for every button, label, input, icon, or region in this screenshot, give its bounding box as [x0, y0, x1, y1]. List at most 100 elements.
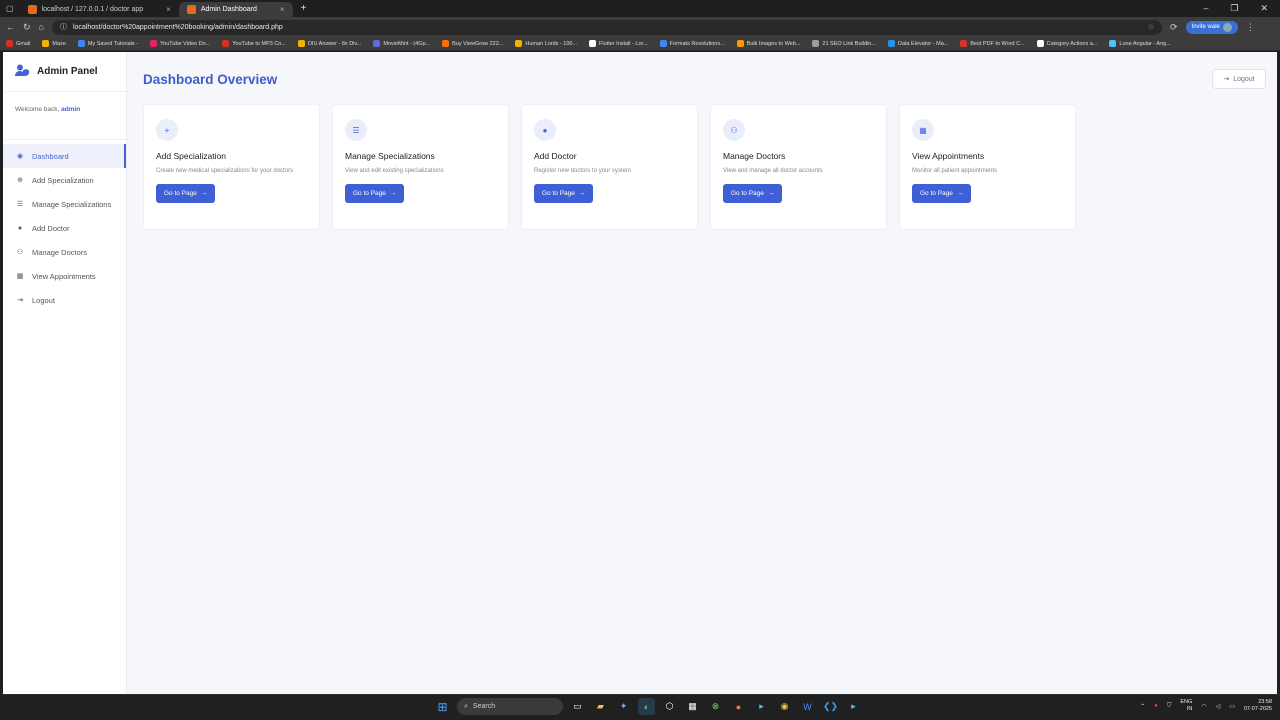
wifi-icon[interactable]: ◠	[1201, 703, 1206, 710]
sidebar-item-manage-doctors[interactable]: ⚇ Manage Doctors	[3, 240, 126, 264]
logout-icon: ⇥	[1223, 76, 1230, 83]
back-icon[interactable]: ←	[6, 22, 15, 32]
bookmark-item[interactable]: DIU Answer - 8x Div...	[297, 40, 361, 47]
firefox-icon[interactable]: ●	[730, 698, 747, 715]
language-indicator[interactable]: ENG IN	[1180, 699, 1192, 713]
profile-button[interactable]: Invite wale	[1185, 20, 1238, 34]
bookmark-item[interactable]: Human Lords - 100...	[515, 40, 577, 47]
bookmark-item[interactable]: YouTube to MP3 Co...	[222, 40, 286, 47]
chrome-icon[interactable]: ◉	[776, 698, 793, 715]
defender-icon[interactable]: ⛉	[1167, 703, 1172, 710]
sidebar-item-view-appointments[interactable]: ▦ View Appointments	[3, 264, 126, 288]
sidebar-item-logout[interactable]: ⇥ Logout	[3, 288, 126, 312]
close-window-button[interactable]: ✕	[1260, 3, 1268, 14]
copilot-icon[interactable]: ✦	[615, 698, 632, 715]
github-desktop-icon[interactable]: ⬡	[661, 698, 678, 715]
bookmark-favicon-icon	[149, 40, 157, 47]
go-to-page-button[interactable]: Go to Page →	[156, 183, 216, 203]
app-icon[interactable]: ▸	[845, 698, 862, 715]
arrow-right-icon: →	[389, 189, 397, 197]
bookmark-item[interactable]: Category Actions a...	[1036, 40, 1097, 47]
site-info-icon[interactable]: ⓘ	[60, 22, 67, 32]
bookmark-favicon-icon	[812, 40, 820, 47]
minimize-button[interactable]: –	[1203, 3, 1208, 14]
edge-icon[interactable]: ◐	[638, 698, 655, 715]
bookmark-label: 21 SEO Link Buildin...	[822, 40, 876, 47]
store-icon[interactable]: ▦	[684, 698, 701, 715]
sidebar-item-dashboard[interactable]: ◉ Dashboard	[3, 144, 126, 168]
bookmark-favicon-icon	[77, 40, 85, 47]
new-tab-button[interactable]: +	[293, 3, 315, 14]
bookmark-item[interactable]: Data Elevator - Ma...	[887, 40, 949, 47]
bookmark-item[interactable]: Gmail	[6, 40, 30, 47]
taskbar-search[interactable]: ⌕ Search	[457, 698, 563, 715]
bookmark-item[interactable]: Formats Resolutions...	[659, 40, 725, 47]
battery-icon[interactable]: ▭	[1229, 703, 1235, 710]
word-icon[interactable]: W	[799, 698, 816, 715]
vscode-icon[interactable]: ❮❯	[822, 698, 839, 715]
windows-start-icon[interactable]: ⊞	[434, 698, 451, 715]
task-view-icon[interactable]: ▭	[569, 698, 586, 715]
bookmark-label: My Saved Tutorials -	[87, 40, 138, 47]
welcome-message: Welcome back, admin	[3, 92, 126, 140]
browser-tab-admin-dashboard[interactable]: Admin Dashboard ×	[178, 2, 293, 17]
clock-time: 23:58	[1258, 699, 1272, 705]
home-icon[interactable]: ⌂	[39, 22, 44, 32]
address-bar[interactable]: ⓘ localhost/doctor%20appointment%20booki…	[51, 19, 1162, 35]
card-title: Manage Doctors	[723, 151, 786, 161]
reload-icon[interactable]: ↻	[23, 22, 31, 33]
logout-button[interactable]: ⇥ Logout	[1212, 69, 1266, 89]
restore-button[interactable]: ❐	[1230, 3, 1238, 14]
volume-icon[interactable]: ◁	[1216, 703, 1221, 710]
card-description: View and manage all doctor accounts	[723, 168, 823, 174]
xbox-icon[interactable]: ⊗	[707, 698, 724, 715]
go-to-page-button[interactable]: Go to Page →	[534, 183, 594, 203]
sidebar-item-label: Add Doctor	[32, 223, 70, 233]
bookmark-item[interactable]: Flutter Install - Lor...	[589, 40, 648, 47]
menu-kebab-icon[interactable]: ⋮	[1246, 22, 1255, 33]
bookmark-item[interactable]: Best PDF to Word C...	[960, 40, 1025, 47]
sidebar-item-manage-specializations[interactable]: ☰ Manage Specializations	[3, 192, 126, 216]
bookmark-label: Bulk Images to Web...	[746, 40, 801, 47]
terminal-icon[interactable]: ▸	[753, 698, 770, 715]
bookmark-item[interactable]: Buy ViewGrow 222...	[442, 40, 503, 47]
bookmark-item[interactable]: MovieMint - (4Gp...	[373, 40, 430, 47]
profile-label: Invite wale	[1191, 24, 1220, 30]
tab-actions-icon[interactable]: ▢	[0, 4, 20, 13]
bookmark-item[interactable]: My Saved Tutorials -	[77, 40, 138, 47]
browser-tab-phpmyadmin[interactable]: localhost / 127.0.0.1 / doctor app ×	[20, 2, 179, 17]
sidebar-nav: ◉ Dashboard ⊕ Add Specialization ☰ Manage Spe…	[3, 144, 126, 312]
search-label: Search	[472, 703, 496, 710]
extensions-icon[interactable]: ⟳	[1170, 22, 1178, 33]
arrow-right-icon: →	[578, 189, 586, 197]
bookmark-favicon-icon	[373, 40, 381, 47]
bookmark-label: MovieMint - (4Gp...	[383, 40, 431, 47]
sidebar-item-label: Logout	[32, 295, 55, 305]
phpmyadmin-favicon-icon	[27, 5, 37, 14]
calendar-icon: ▦	[912, 119, 934, 141]
tab-close-icon[interactable]: ×	[280, 5, 285, 14]
go-to-page-button[interactable]: Go to Page →	[345, 183, 405, 203]
calendar-icon: ▦	[16, 273, 24, 280]
dashboard-card-add-doctor: ● Add Doctor Register new doctors to your …	[521, 104, 698, 230]
tray-app-icon[interactable]: ●	[1154, 703, 1158, 709]
bookmark-item[interactable]: 21 SEO Link Buildin...	[812, 40, 876, 47]
bookmark-favicon-icon	[222, 40, 230, 47]
go-to-page-button[interactable]: Go to Page →	[912, 183, 972, 203]
chevron-up-icon[interactable]: ⌃	[1140, 703, 1145, 710]
bookmark-item[interactable]: Lune Angular - Ang...	[1109, 40, 1171, 47]
bookmark-item[interactable]: Maze	[42, 40, 66, 47]
tab-close-icon[interactable]: ×	[166, 5, 171, 14]
bookmark-item[interactable]: Bulk Images to Web...	[736, 40, 801, 47]
url-text: localhost/doctor%20appointment%20booking…	[72, 23, 283, 31]
admin-sidebar: Admin Panel Welcome back, admin ◉ Dashboa…	[3, 52, 127, 694]
sidebar-item-label: Add Specialization	[32, 175, 94, 185]
bookmark-star-icon[interactable]: ☆	[1148, 23, 1154, 31]
go-to-page-button[interactable]: Go to Page →	[723, 183, 783, 203]
file-explorer-icon[interactable]: ▰	[592, 698, 609, 715]
sidebar-item-add-specialization[interactable]: ⊕ Add Specialization	[3, 168, 126, 192]
sidebar-item-add-doctor[interactable]: ● Add Doctor	[3, 216, 126, 240]
bookmark-label: Data Elevator - Ma...	[897, 40, 949, 47]
bookmark-item[interactable]: YouTube Video Do...	[149, 40, 210, 47]
clock[interactable]: 23:58 07-07-2025	[1244, 699, 1272, 713]
